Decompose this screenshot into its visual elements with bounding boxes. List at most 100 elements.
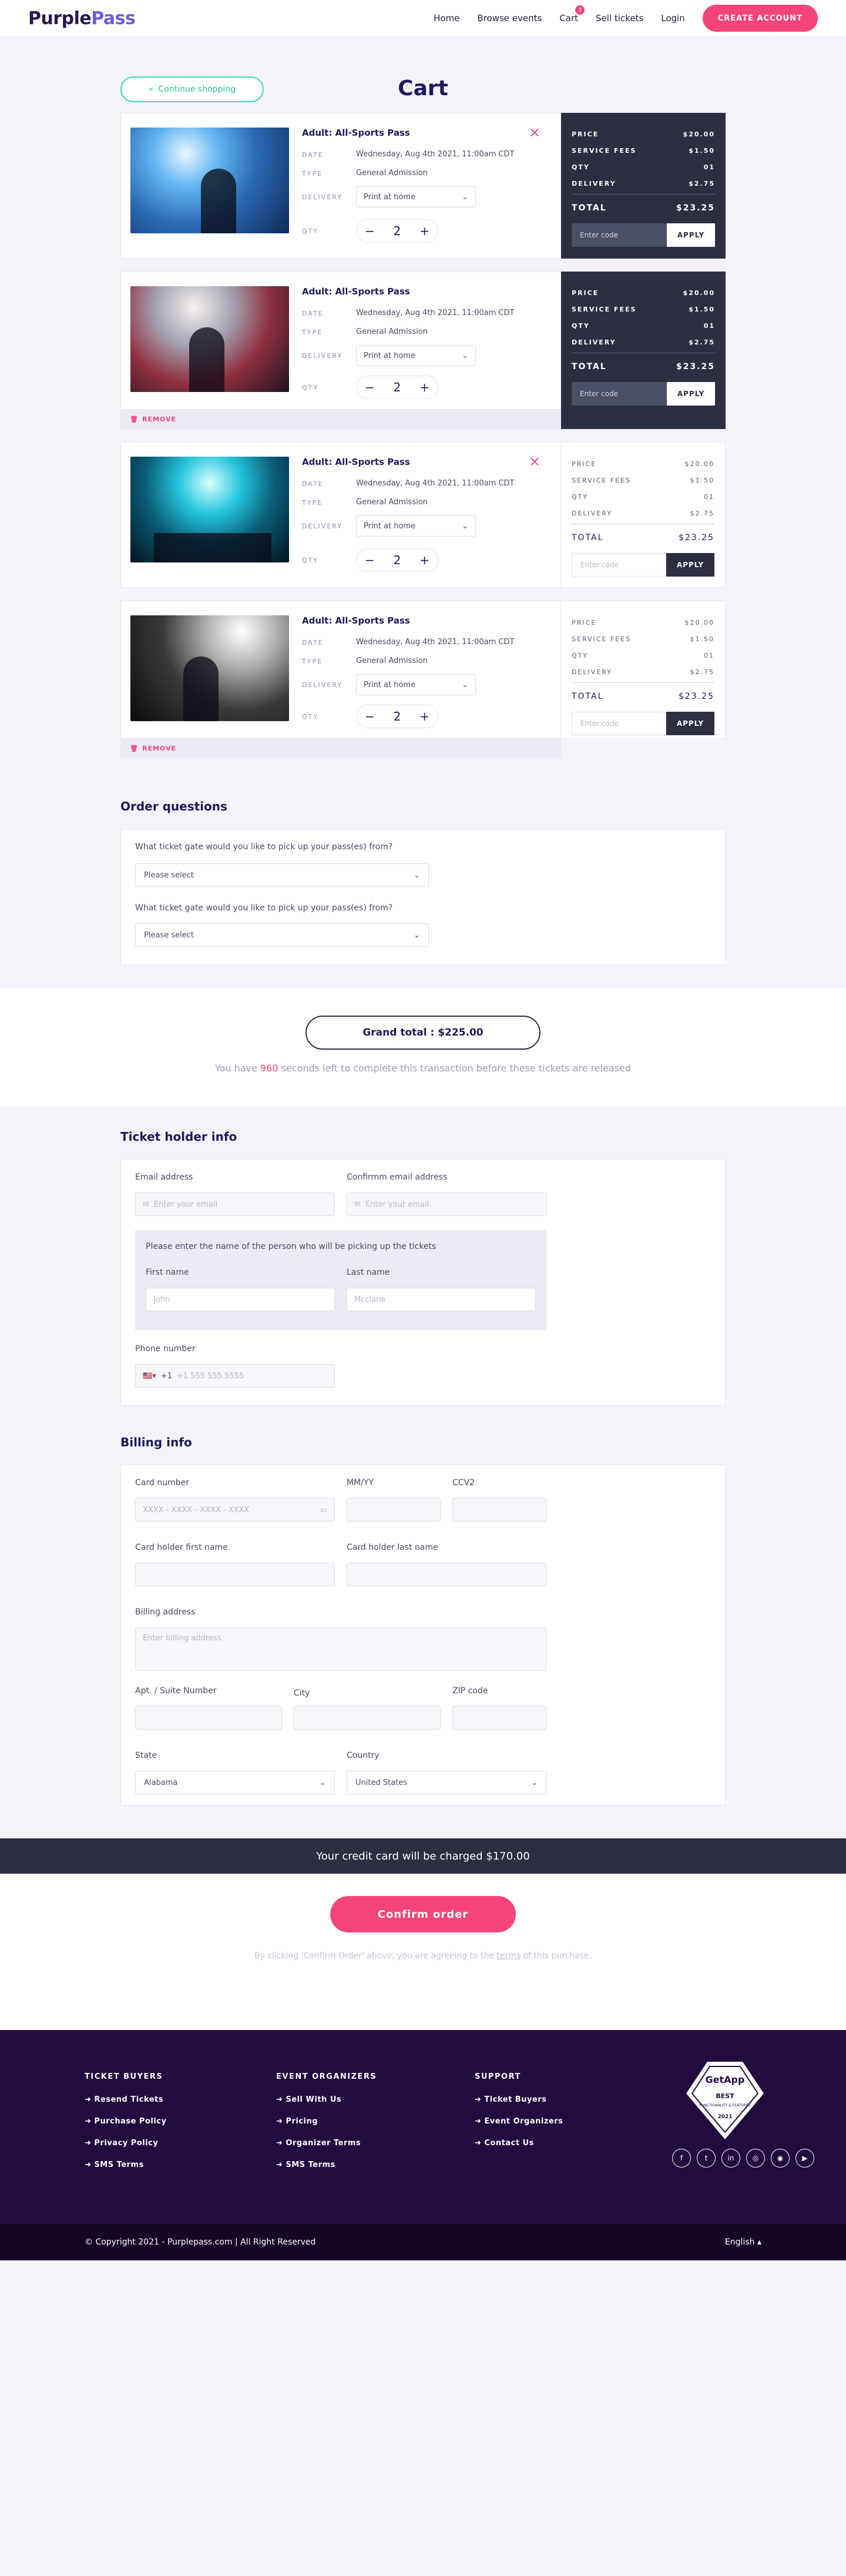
- footer-link[interactable]: ➜ Organizer Terms: [276, 2139, 377, 2148]
- top-navigation-bar: PurplePass Home Browse events Cart 3 Sell…: [0, 0, 846, 36]
- increase-qty-button[interactable]: +: [419, 709, 429, 723]
- nav-login-link[interactable]: Login: [661, 13, 684, 24]
- card-last-name-field[interactable]: [347, 1563, 546, 1586]
- item-total: TOTAL $23.25: [572, 524, 714, 547]
- ticket-gate-select[interactable]: Please select ⌄: [135, 923, 429, 947]
- date-value: Wednesday, Aug 4th 2021, 11:00am CDT: [356, 309, 515, 317]
- decrease-qty-button[interactable]: −: [365, 380, 375, 394]
- promo-code-form: Enter code APPLY: [572, 553, 714, 577]
- grand-total-section: Grand total : $225.00 You have 960 secon…: [0, 989, 846, 1106]
- remove-item-close-icon[interactable]: ×: [529, 124, 540, 140]
- youtube-icon[interactable]: ▶: [795, 2149, 814, 2168]
- nav-cart-link[interactable]: Cart 3: [559, 5, 585, 24]
- city-field[interactable]: [294, 1706, 441, 1730]
- footer-link[interactable]: ➜ Resend Tickets: [85, 2095, 166, 2104]
- delivery-select[interactable]: Print at home ⌄: [356, 515, 476, 537]
- date-label: DATE: [302, 310, 324, 317]
- chevron-down-icon: ⌄: [414, 930, 420, 940]
- continue-shopping-button[interactable]: «Continue shopping: [120, 76, 264, 102]
- main-nav: Home Browse events Cart 3 Sell tickets Lo…: [434, 5, 818, 32]
- expiry-field[interactable]: [347, 1498, 441, 1522]
- quantity-stepper: −2 +: [356, 548, 438, 572]
- phone-field[interactable]: 🇺🇸▾ +1 +1 555 555 5555: [135, 1364, 335, 1388]
- zip-field[interactable]: [452, 1706, 546, 1730]
- remove-item-close-icon[interactable]: ×: [529, 453, 540, 470]
- footer-link[interactable]: ➜ Contact Us: [475, 2139, 563, 2148]
- increase-qty-button[interactable]: +: [419, 224, 429, 238]
- decrease-qty-button[interactable]: −: [365, 553, 375, 567]
- footer-col-title: EVENT ORGANIZERS: [276, 2072, 377, 2081]
- footer-link[interactable]: ➜ Event Organizers: [475, 2117, 563, 2126]
- us-flag-icon[interactable]: 🇺🇸▾: [143, 1372, 156, 1381]
- item-name[interactable]: Adult: All-Sports Pass: [302, 286, 410, 297]
- decrease-qty-button[interactable]: −: [365, 709, 375, 723]
- item-name[interactable]: Adult: All-Sports Pass: [302, 128, 410, 138]
- nav-home-link[interactable]: Home: [434, 13, 459, 24]
- create-account-button[interactable]: CREATE ACCOUNT: [702, 5, 818, 32]
- confirm-email-label: Confirmm email address: [347, 1173, 448, 1182]
- promo-code-input[interactable]: Enter code: [572, 712, 666, 735]
- seconds-remaining: 960: [260, 1063, 278, 1074]
- footer-link[interactable]: ➜ Pricing: [276, 2117, 377, 2126]
- instagram-icon[interactable]: ◎: [746, 2149, 765, 2168]
- promo-code-input[interactable]: Enter code: [572, 223, 667, 247]
- item-name[interactable]: Adult: All-Sports Pass: [302, 457, 410, 467]
- country-select[interactable]: United States ⌄: [347, 1771, 546, 1794]
- delivery-select[interactable]: Print at home ⌄: [356, 345, 476, 366]
- chevron-down-icon: ⌄: [462, 351, 468, 360]
- card-first-name-field[interactable]: [135, 1563, 335, 1586]
- increase-qty-button[interactable]: +: [419, 553, 429, 567]
- mmyy-label: MM/YY: [347, 1478, 374, 1488]
- quantity-stepper: −2 +: [356, 376, 438, 399]
- social-links: f t in ◎ ◉ ▶: [672, 2149, 814, 2168]
- delivery-select[interactable]: Print at home ⌄: [356, 186, 476, 207]
- card-number-field[interactable]: XXXX - XXXX - XXXX - XXXX ▭: [135, 1498, 335, 1522]
- remove-item-bar[interactable]: 🗑 REMOVE: [120, 739, 561, 758]
- delivery-select[interactable]: Print at home ⌄: [356, 674, 476, 695]
- increase-qty-button[interactable]: +: [419, 380, 429, 394]
- language-selector[interactable]: English ▴: [725, 2237, 761, 2247]
- date-value: Wednesday, Aug 4th 2021, 11:00am CDT: [356, 638, 515, 646]
- promo-code-input[interactable]: Enter code: [572, 382, 667, 406]
- promo-code-input[interactable]: Enter code: [572, 553, 666, 577]
- phone-label: Phone number: [135, 1344, 196, 1354]
- country-label: Country: [347, 1751, 380, 1760]
- footer-link[interactable]: ➜ SMS Terms: [85, 2160, 166, 2169]
- apply-promo-button[interactable]: APPLY: [666, 553, 714, 577]
- ccv-label: CCV2: [452, 1478, 475, 1488]
- apply-promo-button[interactable]: APPLY: [667, 382, 715, 406]
- footer-link[interactable]: ➜ SMS Terms: [276, 2160, 377, 2169]
- email-field[interactable]: ✉ Enter your email: [135, 1192, 335, 1216]
- apply-promo-button[interactable]: APPLY: [666, 712, 714, 735]
- nav-sell-tickets-link[interactable]: Sell tickets: [596, 13, 643, 24]
- confirm-email-field[interactable]: ✉ Enter your email: [347, 1192, 546, 1216]
- ccv-field[interactable]: [452, 1498, 546, 1522]
- billing-address-field[interactable]: Enter billing address: [135, 1627, 546, 1671]
- nav-browse-events-link[interactable]: Browse events: [477, 13, 542, 24]
- footer-link[interactable]: ➜ Ticket Buyers: [475, 2095, 563, 2104]
- facebook-icon[interactable]: f: [672, 2149, 691, 2168]
- footer-link[interactable]: ➜ Sell With Us: [276, 2095, 377, 2104]
- remove-item-bar[interactable]: 🗑 REMOVE: [120, 410, 561, 429]
- event-image: [130, 615, 289, 721]
- apply-promo-button[interactable]: APPLY: [667, 223, 715, 247]
- footer-link[interactable]: ➜ Purchase Policy: [85, 2117, 166, 2126]
- ticket-gate-select[interactable]: Please select ⌄: [135, 863, 429, 887]
- terms-link[interactable]: terms: [496, 1951, 521, 1961]
- getapp-award-badge: GetApp BEST FUNCTIONALITY & FEATURES 202…: [686, 2062, 764, 2139]
- footer-link[interactable]: ➜ Privacy Policy: [85, 2139, 166, 2148]
- type-label: TYPE: [302, 499, 323, 507]
- twitter-icon[interactable]: t: [697, 2149, 716, 2168]
- purplepass-logo[interactable]: PurplePass: [28, 8, 136, 29]
- state-select[interactable]: Alabama ⌄: [135, 1771, 335, 1794]
- podcast-icon[interactable]: ◉: [771, 2149, 790, 2168]
- apt-field[interactable]: [135, 1706, 282, 1730]
- linkedin-icon[interactable]: in: [721, 2149, 740, 2168]
- last-name-field[interactable]: Mcclane: [347, 1288, 536, 1311]
- double-chevron-left-icon: «: [148, 85, 154, 94]
- delivery-label: DELIVERY: [302, 193, 343, 201]
- decrease-qty-button[interactable]: −: [365, 224, 375, 238]
- confirm-order-button[interactable]: Confirm order: [330, 1896, 516, 1932]
- item-name[interactable]: Adult: All-Sports Pass: [302, 615, 410, 626]
- first-name-field[interactable]: John: [146, 1288, 335, 1311]
